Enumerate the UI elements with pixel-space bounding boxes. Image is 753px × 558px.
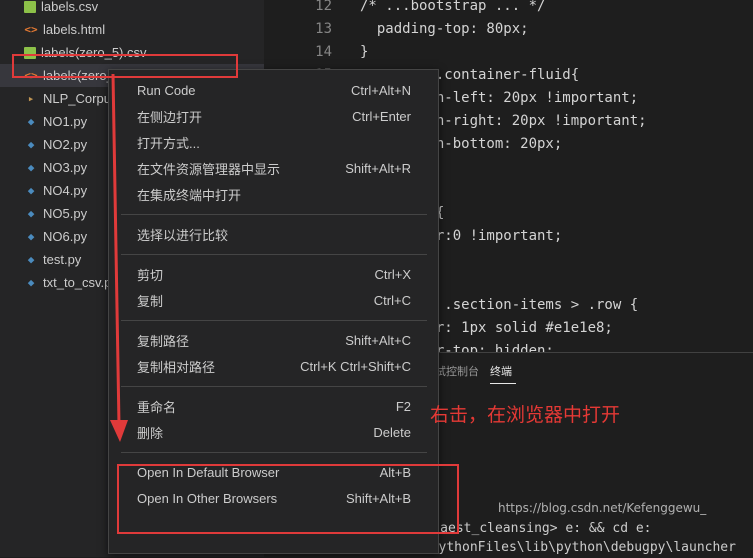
annotation-note: 右击，在浏览器中打开 xyxy=(430,404,621,426)
annotation-arrow xyxy=(110,73,128,442)
watermark: https://blog.csdn.net/Kefenggewu_ xyxy=(498,501,707,515)
